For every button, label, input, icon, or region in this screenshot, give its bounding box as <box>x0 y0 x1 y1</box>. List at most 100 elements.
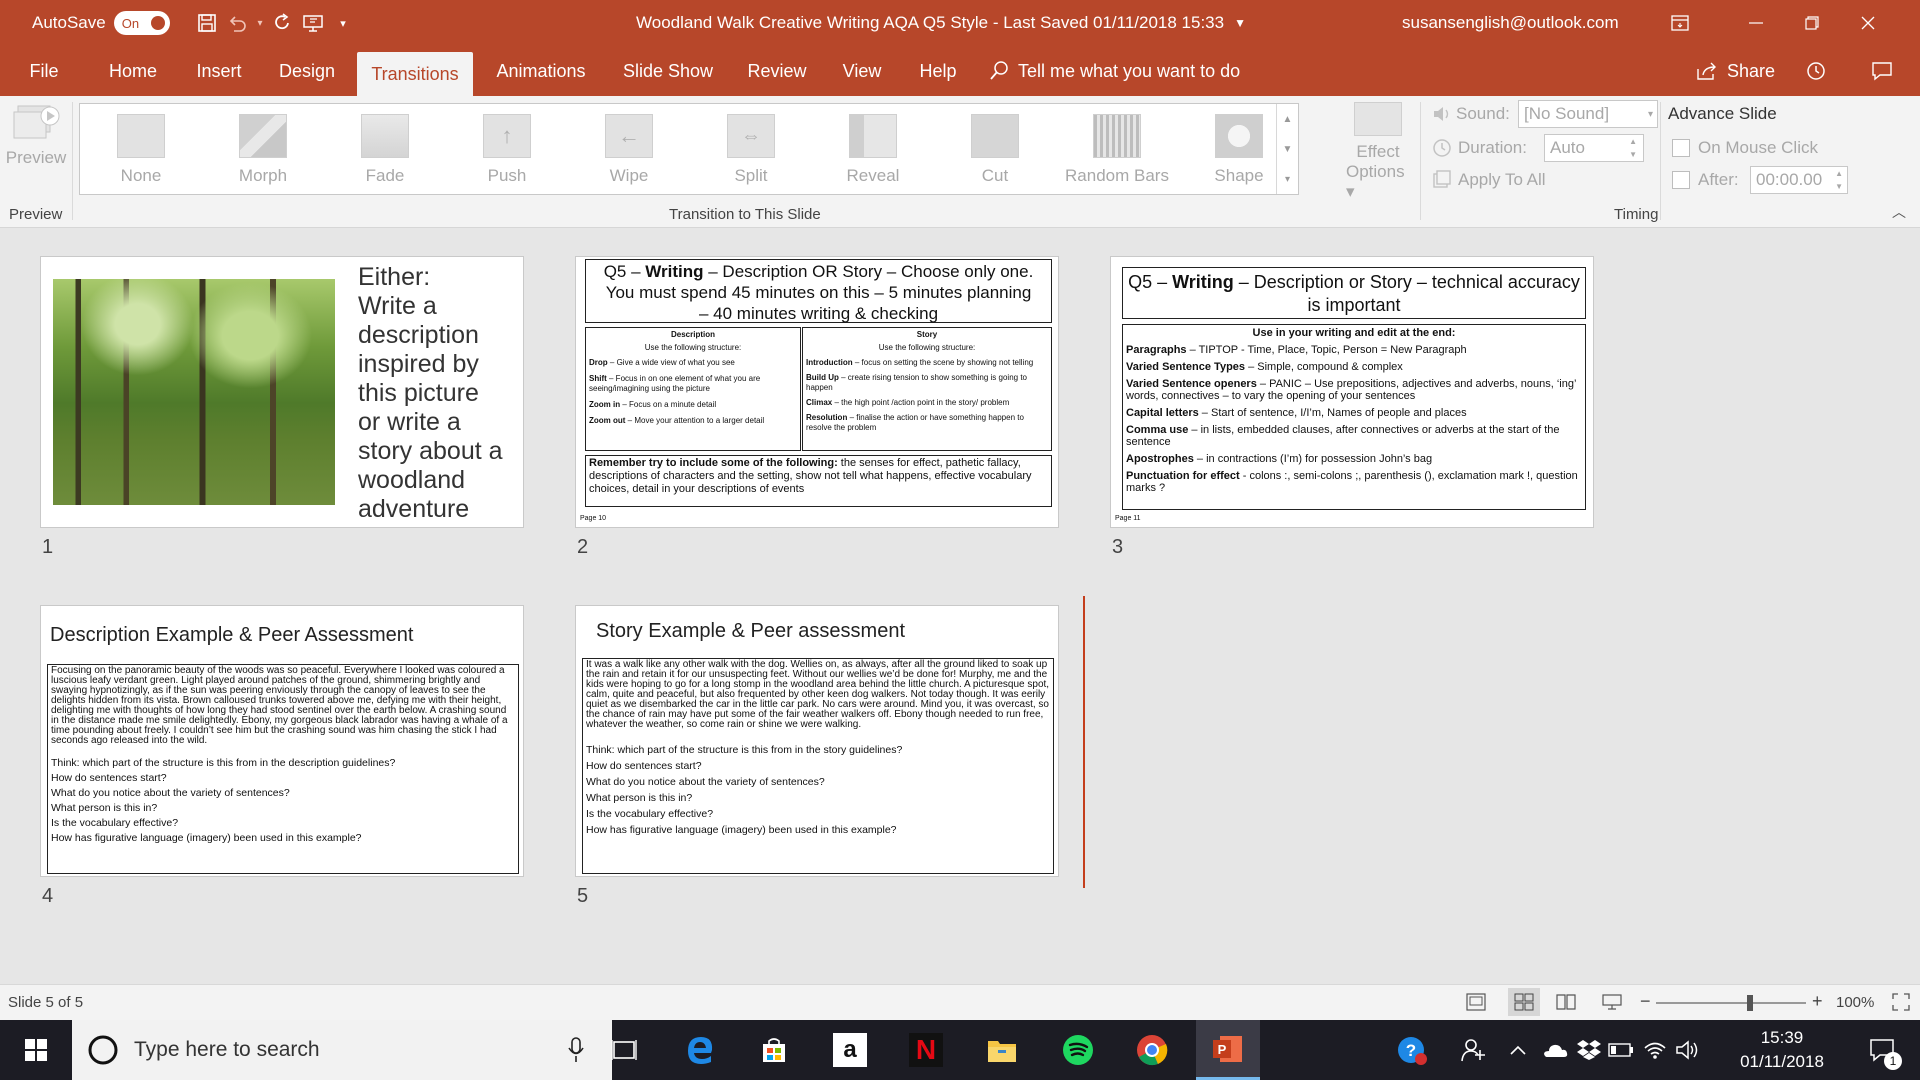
comments-icon[interactable] <box>1860 46 1904 96</box>
microphone-icon[interactable] <box>568 1037 584 1063</box>
zoom-slider-thumb[interactable] <box>1747 995 1753 1011</box>
tab-insert[interactable]: Insert <box>186 46 252 96</box>
transition-wipe[interactable]: ← Wipe <box>568 104 690 194</box>
slide-thumbnail-3[interactable]: Q5 – Writing – Description or Story – te… <box>1110 256 1594 528</box>
zoom-in-icon[interactable]: + <box>1812 991 1823 1012</box>
slideshow-view-icon[interactable] <box>1602 993 1622 1015</box>
transition-cut[interactable]: Cut <box>934 104 1056 194</box>
taskbar-search[interactable]: Type here to search <box>72 1020 612 1080</box>
preview-button[interactable]: Preview <box>6 102 66 192</box>
apply-to-all-button[interactable]: Apply To All <box>1432 170 1546 190</box>
dropbox-icon[interactable] <box>1574 1028 1604 1072</box>
wifi-icon[interactable] <box>1640 1028 1670 1072</box>
transition-fade[interactable]: Fade <box>324 104 446 194</box>
amazon-icon[interactable]: a <box>828 1028 872 1072</box>
autosave-toggle[interactable]: On <box>113 11 170 35</box>
transition-none[interactable]: None <box>80 104 202 194</box>
gallery-more-icon[interactable]: ▾ <box>1285 174 1290 185</box>
undo-icon[interactable] <box>222 8 252 38</box>
tab-review[interactable]: Review <box>740 46 814 96</box>
transition-reveal[interactable]: Reveal <box>812 104 934 194</box>
account-name[interactable]: susansenglish@outlook.com <box>1402 0 1619 46</box>
undo-dropdown-icon[interactable]: ▾ <box>252 8 268 38</box>
powerpoint-icon[interactable]: P <box>1196 1020 1260 1080</box>
tell-me-search[interactable]: Tell me what you want to do <box>988 46 1258 96</box>
onedrive-icon[interactable] <box>1540 1028 1570 1072</box>
sound-select[interactable]: [No Sound] ▾ <box>1518 100 1658 128</box>
duration-spinner[interactable]: Auto ▲ ▼ <box>1544 134 1644 162</box>
show-hidden-icons-icon[interactable] <box>1506 1028 1530 1072</box>
presentation-icon[interactable] <box>298 8 328 38</box>
transition-random-bars[interactable]: Random Bars <box>1056 104 1178 194</box>
tab-design[interactable]: Design <box>270 46 344 96</box>
collapse-ribbon-icon[interactable]: ︿ <box>1892 202 1906 222</box>
spinner-arrows-icon[interactable]: ▲ ▼ <box>1835 167 1843 193</box>
advance-slide-heading: Advance Slide <box>1668 104 1777 124</box>
microsoft-store-icon[interactable] <box>752 1028 796 1072</box>
chrome-icon[interactable] <box>1130 1028 1174 1072</box>
fit-to-window-icon[interactable] <box>1892 993 1910 1015</box>
customize-qat-icon[interactable]: ▾ <box>328 8 358 38</box>
title-dropdown-icon[interactable]: ▼ <box>1234 16 1246 30</box>
ribbon-display-options-icon[interactable] <box>1652 0 1708 46</box>
header-bold: Writing <box>645 262 704 281</box>
after-checkbox[interactable]: After: <box>1672 170 1739 190</box>
gallery-scrollbar[interactable]: ▲ ▼ ▾ <box>1276 104 1298 194</box>
tab-transitions[interactable]: Transitions <box>357 52 473 96</box>
edge-browser-icon[interactable] <box>678 1028 722 1072</box>
netflix-icon[interactable]: N <box>904 1028 948 1072</box>
after-time-spinner[interactable]: 00:00.00 ▲ ▼ <box>1750 166 1848 194</box>
checkbox[interactable] <box>1672 139 1690 157</box>
tab-help[interactable]: Help <box>910 46 966 96</box>
document-title[interactable]: Woodland Walk Creative Writing AQA Q5 St… <box>636 0 1246 46</box>
transition-label: Cut <box>981 166 1009 185</box>
action-center-icon[interactable]: 1 <box>1858 1028 1906 1072</box>
tab-view[interactable]: View <box>832 46 892 96</box>
checkbox[interactable] <box>1672 171 1690 189</box>
zoom-level[interactable]: 100% <box>1836 994 1874 1011</box>
reading-view-icon[interactable] <box>1556 993 1576 1015</box>
autosave[interactable]: AutoSave On <box>32 0 170 46</box>
on-mouse-click-checkbox[interactable]: On Mouse Click <box>1672 138 1818 158</box>
slide-thumbnail-2[interactable]: Q5 – Writing – Description OR Story – Ch… <box>575 256 1059 528</box>
file-explorer-icon[interactable] <box>980 1028 1024 1072</box>
clock[interactable]: 15:39 01/11/2018 <box>1712 1026 1852 1074</box>
close-icon[interactable] <box>1840 0 1896 46</box>
history-icon[interactable] <box>1794 46 1838 96</box>
minimize-icon[interactable] <box>1728 0 1784 46</box>
help-icon[interactable]: ? <box>1390 1028 1434 1072</box>
effect-options-button[interactable]: Effect Options ▾ <box>1346 102 1410 202</box>
spotify-icon[interactable] <box>1056 1028 1100 1072</box>
slide-thumbnail-4[interactable]: Description Example & Peer Assessment Fo… <box>40 605 524 877</box>
slide-sorter-view-icon[interactable] <box>1508 988 1540 1016</box>
task-view-icon[interactable] <box>602 1028 646 1072</box>
redo-icon[interactable] <box>268 8 298 38</box>
gallery-up-icon[interactable]: ▲ <box>1283 114 1293 125</box>
gallery-down-icon[interactable]: ▼ <box>1283 144 1293 155</box>
normal-view-icon[interactable] <box>1466 993 1486 1015</box>
battery-icon[interactable] <box>1606 1028 1636 1072</box>
people-icon[interactable] <box>1452 1028 1496 1072</box>
transition-morph[interactable]: Morph <box>202 104 324 194</box>
tab-animations[interactable]: Animations <box>486 46 596 96</box>
volume-icon[interactable] <box>1672 1028 1702 1072</box>
peer-question: What do you notice about the variety of … <box>586 776 825 788</box>
start-windows-icon[interactable] <box>14 1028 58 1072</box>
zoom-out-icon[interactable]: − <box>1640 991 1651 1012</box>
zoom-slider[interactable] <box>1656 995 1806 1011</box>
restore-icon[interactable] <box>1784 0 1840 46</box>
tab-home[interactable]: Home <box>98 46 168 96</box>
tab-slide-show[interactable]: Slide Show <box>614 46 722 96</box>
push-icon: ↑ <box>483 114 531 158</box>
slide-thumbnail-1[interactable]: Either: Write a description inspired by … <box>40 256 524 528</box>
spinner-arrows-icon[interactable]: ▲ ▼ <box>1629 135 1637 161</box>
share-button[interactable]: Share <box>1690 46 1780 96</box>
save-icon[interactable] <box>192 8 222 38</box>
ribbon-tabs: File Home Insert Design Transitions Anim… <box>0 46 1920 96</box>
search-placeholder: Type here to search <box>134 1038 320 1061</box>
transition-push[interactable]: ↑ Push <box>446 104 568 194</box>
clock-icon <box>1433 139 1451 157</box>
transition-split[interactable]: ⇔ Split <box>690 104 812 194</box>
tab-file[interactable]: File <box>18 46 70 96</box>
slide-thumbnail-5[interactable]: Story Example & Peer assessment It was a… <box>575 605 1059 877</box>
